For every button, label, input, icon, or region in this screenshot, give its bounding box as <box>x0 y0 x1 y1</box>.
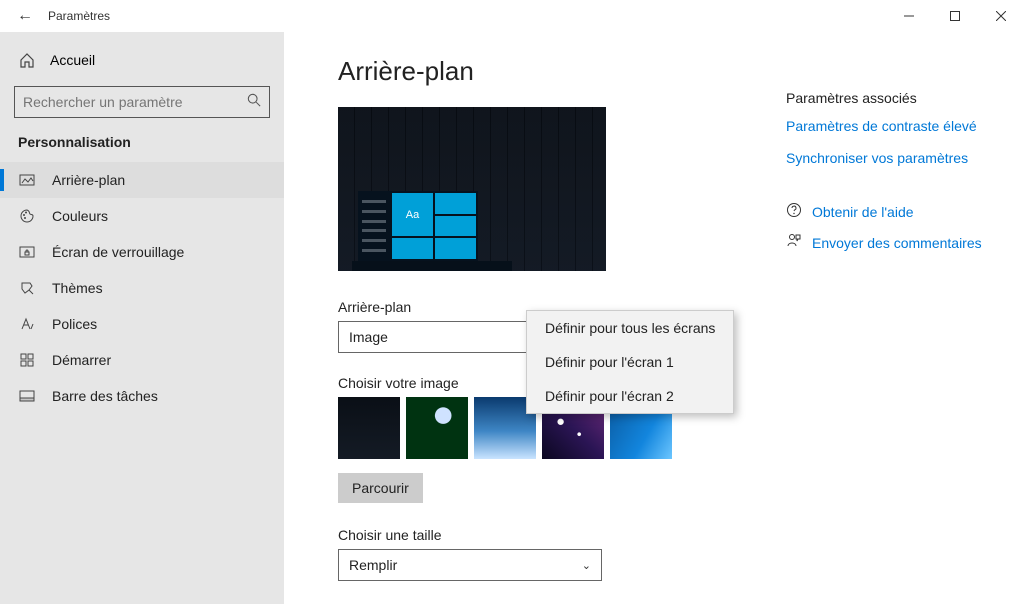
browse-button[interactable]: Parcourir <box>338 473 423 503</box>
feedback-icon <box>786 233 802 252</box>
themes-icon <box>18 280 36 296</box>
title-bar: ← Paramètres <box>0 0 1024 32</box>
sidebar-item-themes[interactable]: Thèmes <box>0 270 284 306</box>
close-button[interactable] <box>978 0 1024 32</box>
related-settings: Paramètres associés Paramètres de contra… <box>786 90 996 264</box>
search-field[interactable] <box>23 94 247 110</box>
related-heading: Paramètres associés <box>786 90 996 106</box>
page-title: Arrière-plan <box>338 56 1024 87</box>
fit-label: Choisir une taille <box>338 527 1024 543</box>
fit-select[interactable]: Remplir ⌄ <box>338 549 602 581</box>
image-thumb-2[interactable] <box>406 397 468 459</box>
search-input[interactable] <box>14 86 270 118</box>
back-button[interactable]: ← <box>8 0 42 32</box>
sidebar: Accueil Personnalisation Arrière-plan <box>0 32 284 604</box>
background-icon <box>18 172 36 188</box>
sidebar-item-label: Arrière-plan <box>52 172 125 188</box>
sidebar-item-label: Couleurs <box>52 208 108 224</box>
background-select-value: Image <box>349 329 388 345</box>
palette-icon <box>18 208 36 224</box>
start-icon <box>18 352 36 368</box>
sidebar-item-fonts[interactable]: Polices <box>0 306 284 342</box>
link-sync-settings[interactable]: Synchroniser vos paramètres <box>786 150 996 166</box>
link-get-help[interactable]: Obtenir de l'aide <box>812 204 914 220</box>
sidebar-item-label: Polices <box>52 316 97 332</box>
help-icon <box>786 202 802 221</box>
link-send-feedback[interactable]: Envoyer des commentaires <box>812 235 982 251</box>
maximize-button[interactable] <box>932 0 978 32</box>
lockscreen-icon <box>18 244 36 260</box>
preview-tile-text: Aa <box>392 193 433 236</box>
sidebar-item-background[interactable]: Arrière-plan <box>0 162 284 198</box>
link-high-contrast[interactable]: Paramètres de contraste élevé <box>786 118 996 134</box>
minimize-button[interactable] <box>886 0 932 32</box>
chevron-down-icon: ⌄ <box>582 559 591 572</box>
image-thumb-1[interactable] <box>338 397 400 459</box>
sidebar-item-label: Thèmes <box>52 280 103 296</box>
sidebar-group-title: Personnalisation <box>0 134 284 162</box>
context-menu-item-screen-1[interactable]: Définir pour l'écran 1 <box>527 345 733 379</box>
sidebar-item-label: Écran de verrouillage <box>52 244 184 260</box>
context-menu-item-all-screens[interactable]: Définir pour tous les écrans <box>527 311 733 345</box>
background-preview: Aa <box>338 107 606 271</box>
fonts-icon <box>18 316 36 332</box>
context-menu-item-screen-2[interactable]: Définir pour l'écran 2 <box>527 379 733 413</box>
sidebar-item-taskbar[interactable]: Barre des tâches <box>0 378 284 414</box>
sidebar-item-label: Barre des tâches <box>52 388 158 404</box>
sidebar-item-colors[interactable]: Couleurs <box>0 198 284 234</box>
context-menu: Définir pour tous les écrans Définir pou… <box>526 310 734 414</box>
taskbar-icon <box>18 388 36 404</box>
sidebar-item-lockscreen[interactable]: Écran de verrouillage <box>0 234 284 270</box>
home-icon <box>18 52 36 68</box>
sidebar-item-start[interactable]: Démarrer <box>0 342 284 378</box>
home-label: Accueil <box>50 52 95 68</box>
sidebar-item-label: Démarrer <box>52 352 111 368</box>
home-button[interactable]: Accueil <box>0 44 284 76</box>
search-icon <box>247 93 261 112</box>
window-title: Paramètres <box>48 9 110 23</box>
fit-select-value: Remplir <box>349 557 397 573</box>
